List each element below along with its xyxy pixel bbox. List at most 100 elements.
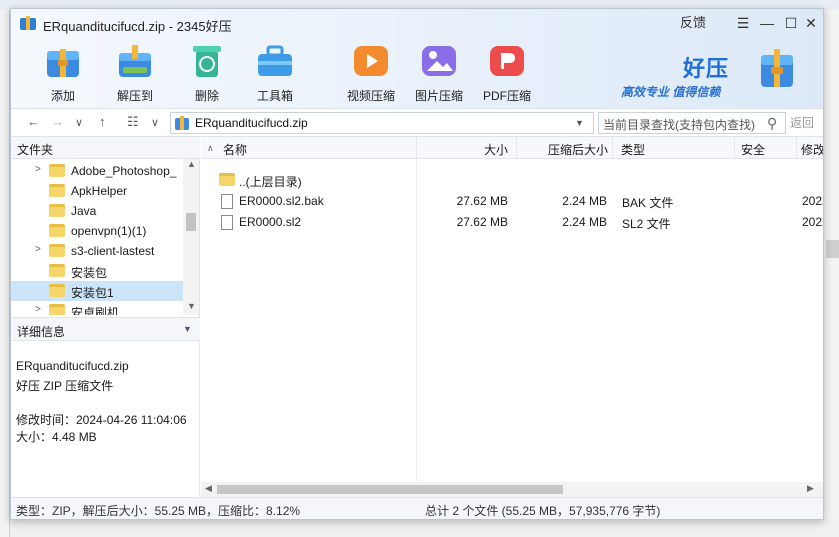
tree-item-installers[interactable]: 安装包 xyxy=(11,261,183,281)
extract-icon xyxy=(119,45,151,77)
tree-item-installers-1[interactable]: 安装包1 xyxy=(11,281,183,301)
column-header-label: 压缩后大小 xyxy=(547,143,608,157)
file-list: ∧ 名称 大小 压缩后大小 类型 安全 修改时 ..(上层目录) ER0000.… xyxy=(201,137,823,482)
image-compress-icon xyxy=(422,46,456,76)
close-button[interactable]: ✕ xyxy=(801,13,821,33)
forward-arrow-icon[interactable]: → xyxy=(51,114,64,129)
toolbar-pdf-compress-button[interactable]: PDF压缩 xyxy=(479,39,535,105)
table-row[interactable]: ER0000.sl2 27.62 MB 2.24 MB SL2 文件 2022- xyxy=(201,211,823,232)
desktop-background-left xyxy=(0,10,10,537)
expand-arrow-icon[interactable]: > xyxy=(35,304,41,315)
folder-icon xyxy=(49,284,65,297)
maximize-button[interactable]: ☐ xyxy=(781,13,801,33)
tree-item-openvpn[interactable]: openvpn(1)(1) xyxy=(11,221,183,241)
column-header-modified[interactable]: 修改时 xyxy=(797,137,823,159)
details-filename: ERquanditucifucd.zip xyxy=(16,359,129,373)
tree-item-label: Java xyxy=(71,204,97,218)
scrollbar-thumb[interactable] xyxy=(186,213,196,231)
toolbar-extract-label: 解压到 xyxy=(116,89,153,103)
file-type: SL2 文件 xyxy=(622,217,671,231)
file-type: BAK 文件 xyxy=(622,196,674,210)
tree-item-s3-client[interactable]: > s3-client-lastest xyxy=(11,241,183,261)
search-icon[interactable]: ⚲ xyxy=(767,115,777,132)
tree-item-android-flash[interactable]: > 安卓刷机 xyxy=(11,301,183,315)
folder-panel-header: 文件夹 xyxy=(11,137,200,159)
status-bar: 类型：ZIP，解压后大小：55.25 MB，压缩比：8.12% 总计 2 个文件… xyxy=(11,497,823,519)
toolbar-toolbox-label: 工具箱 xyxy=(256,89,293,103)
tree-item-label: 安装包 xyxy=(71,266,108,280)
toolbar-extract-button[interactable]: 解压到 xyxy=(107,39,163,105)
desktop-background-right xyxy=(824,10,839,537)
folder-tree-scrollbar[interactable]: ▲ ▼ xyxy=(183,159,199,315)
table-row[interactable]: ER0000.sl2.bak 27.62 MB 2.24 MB BAK 文件 2… xyxy=(201,190,823,211)
toolbar-delete-button[interactable]: 删除 xyxy=(179,39,235,105)
details-title: 详细信息 xyxy=(17,325,66,339)
folder-icon xyxy=(219,173,235,186)
title-bar[interactable]: ERquanditucifucd.zip - 2345好压 反馈 ☰ — ☐ ✕ xyxy=(11,9,823,37)
column-header-label: 安全 xyxy=(741,143,766,157)
scroll-down-icon[interactable]: ▼ xyxy=(187,301,196,311)
toolbar-pdf-compress-label: PDF压缩 xyxy=(482,89,531,103)
search-input[interactable]: 当前目录查找(支持包内查找) ⚲ xyxy=(598,112,786,134)
pdf-compress-icon xyxy=(490,46,524,76)
minimize-button[interactable]: — xyxy=(757,13,777,33)
video-compress-icon xyxy=(354,46,388,76)
scroll-up-icon[interactable]: ▲ xyxy=(187,159,196,169)
scrollbar-thumb[interactable] xyxy=(217,485,563,494)
expand-arrow-icon[interactable]: > xyxy=(35,244,41,255)
tree-item-apkhelper[interactable]: ApkHelper xyxy=(11,181,183,201)
navigation-bar: ← → ∨ ↑ ☷ ∨ ERquanditucifucd.zip ▼ 当前目录查… xyxy=(11,109,823,137)
file-name: ER0000.sl2 xyxy=(239,215,302,229)
toolbar-video-compress-label: 视频压缩 xyxy=(346,89,395,103)
menu-icon[interactable]: ☰ xyxy=(733,13,753,33)
back-arrow-icon[interactable]: ← xyxy=(27,114,40,129)
file-list-hscrollbar[interactable]: ◀ ▶ xyxy=(201,482,823,497)
folder-panel-title: 文件夹 xyxy=(17,143,54,157)
path-dropdown-icon[interactable]: ▼ xyxy=(575,118,584,128)
toolbar-video-compress-button[interactable]: 视频压缩 xyxy=(343,39,399,105)
view-dropdown-icon[interactable]: ∨ xyxy=(151,116,159,129)
file-icon xyxy=(221,194,233,209)
tree-item-label: s3-client-lastest xyxy=(71,244,155,258)
view-mode-icon[interactable]: ☷ xyxy=(127,114,139,130)
recycle-delete-icon xyxy=(193,46,221,77)
tree-item-java[interactable]: Java xyxy=(11,201,183,221)
scroll-right-icon[interactable]: ▶ xyxy=(807,483,814,494)
folder-icon xyxy=(49,204,65,217)
return-button[interactable]: 返回 xyxy=(790,114,814,131)
column-header-security[interactable]: 安全 xyxy=(735,137,797,159)
details-modified: 修改时间：2024-04-26 11:04:06 xyxy=(16,413,187,427)
scroll-left-icon[interactable]: ◀ xyxy=(205,483,212,494)
up-arrow-icon[interactable]: ↑ xyxy=(99,114,106,129)
column-header-size[interactable]: 大小 xyxy=(417,137,517,159)
tree-item-label: openvpn(1)(1) xyxy=(71,224,147,238)
feedback-button[interactable]: 反馈 xyxy=(679,13,707,33)
toolbar-add-button[interactable]: 添加 xyxy=(35,39,91,105)
collapse-chevron-icon[interactable]: ▼ xyxy=(183,324,192,334)
file-modified: 2022- xyxy=(802,194,823,208)
title-toolbar-area: ERquanditucifucd.zip - 2345好压 反馈 ☰ — ☐ ✕… xyxy=(11,9,823,109)
file-name: ER0000.sl2.bak xyxy=(239,194,324,208)
column-header-name[interactable]: ∧ 名称 xyxy=(201,137,417,159)
path-bar[interactable]: ERquanditucifucd.zip ▼ xyxy=(170,112,594,134)
path-text: ERquanditucifucd.zip xyxy=(195,116,308,130)
folder-icon xyxy=(49,184,65,197)
history-dropdown-icon[interactable]: ∨ xyxy=(75,116,83,129)
toolbar-image-compress-button[interactable]: 图片压缩 xyxy=(411,39,467,105)
parent-directory-row[interactable]: ..(上层目录) xyxy=(201,169,823,190)
brand-name: 好压 xyxy=(683,56,730,81)
status-archive-info: 类型：ZIP，解压后大小：55.25 MB，压缩比：8.12% xyxy=(16,504,301,518)
folder-icon xyxy=(49,244,65,257)
brand-slogan: 高效专业 值得信赖 xyxy=(621,85,721,99)
file-icon xyxy=(221,215,233,230)
file-packed-size: 2.24 MB xyxy=(562,194,607,208)
tree-item-label: 安装包1 xyxy=(71,286,114,300)
file-size: 27.62 MB xyxy=(456,194,508,208)
file-modified: 2022- xyxy=(802,215,823,229)
expand-arrow-icon[interactable]: > xyxy=(35,164,41,175)
column-header-type[interactable]: 类型 xyxy=(613,137,735,159)
details-header[interactable]: 详细信息 ▼ xyxy=(11,317,200,341)
column-header-packed-size[interactable]: 压缩后大小 xyxy=(517,137,613,159)
tree-item-adobe-photoshop[interactable]: > Adobe_Photoshop_ xyxy=(11,161,183,181)
toolbar-toolbox-button[interactable]: 工具箱 xyxy=(247,39,303,105)
